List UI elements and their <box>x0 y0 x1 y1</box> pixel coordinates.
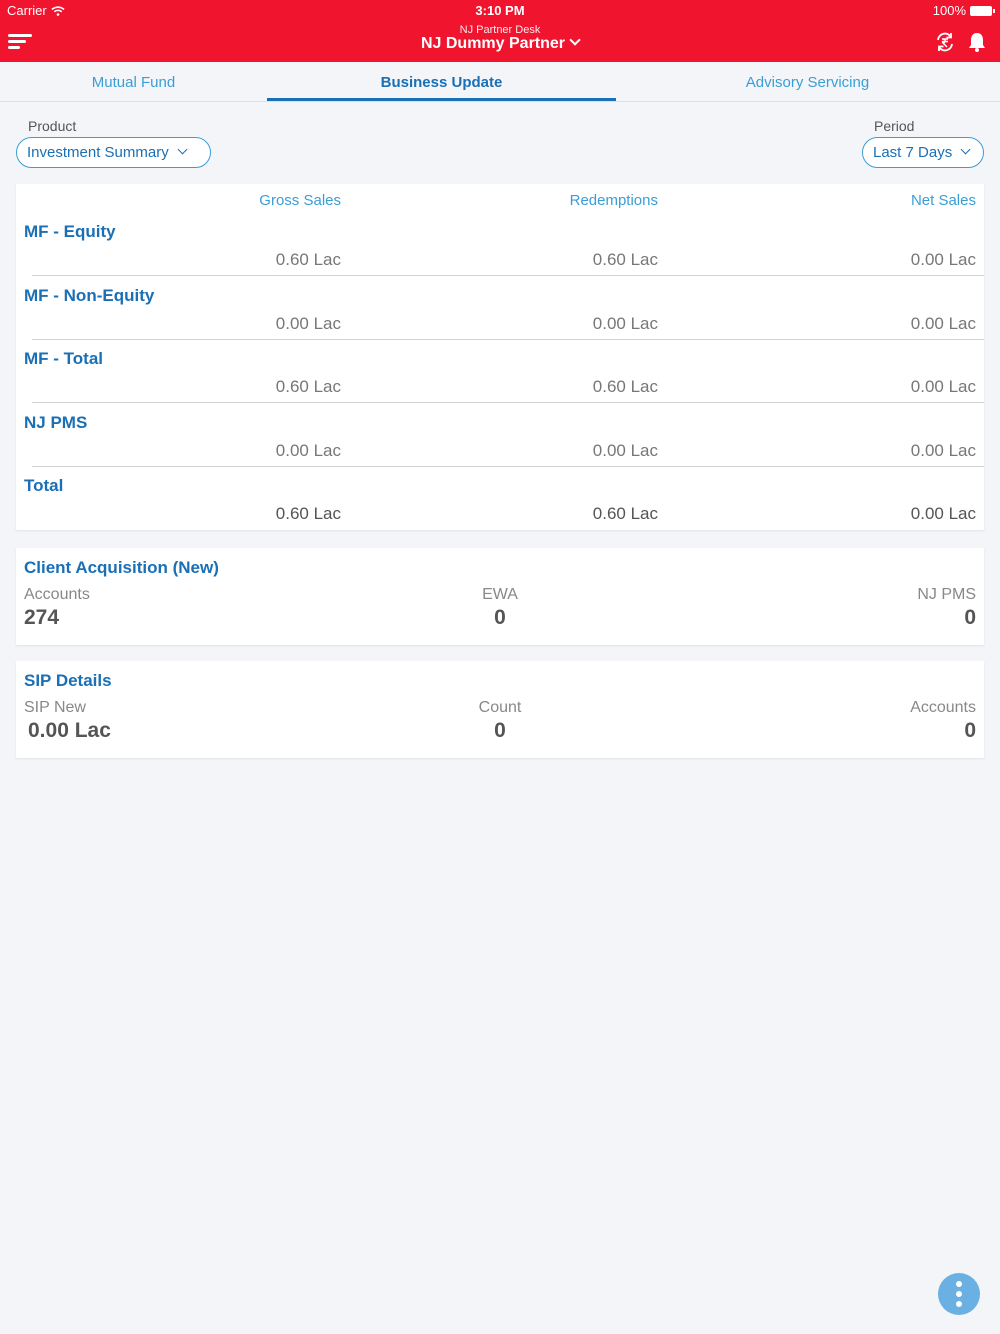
ewa-value: 0 <box>494 606 506 629</box>
table-row[interactable]: NJ PMS 0.00 Lac 0.00 Lac 0.00 Lac <box>16 375 984 467</box>
sip-details-title: SIP Details <box>24 671 112 690</box>
bell-icon[interactable] <box>966 31 988 53</box>
product-value: Investment Summary <box>27 144 169 161</box>
more-options-button[interactable] <box>938 1273 980 1315</box>
period-dropdown[interactable]: Last 7 Days <box>862 137 984 168</box>
row-label: MF - Equity <box>24 222 116 241</box>
sip-accounts-label: Accounts <box>910 699 976 716</box>
sip-accounts-value: 0 <box>964 719 976 742</box>
chevron-down-icon <box>177 144 188 155</box>
net-sales-value: 0.00 Lac <box>910 504 976 523</box>
period-value: Last 7 Days <box>873 144 953 161</box>
chevron-down-icon <box>569 34 581 46</box>
product-label: Product <box>28 118 77 134</box>
status-time: 3:10 PM <box>475 3 525 18</box>
row-label: MF - Total <box>24 349 103 368</box>
nj-pms-label: NJ PMS <box>917 586 976 603</box>
row-label: Total <box>24 476 64 495</box>
more-vertical-icon-dot <box>956 1301 962 1307</box>
sip-count-value: 0 <box>494 719 506 742</box>
redemptions-value: 0.60 Lac <box>592 504 658 523</box>
sip-new-value: 0.00 Lac <box>28 719 111 742</box>
table-row[interactable]: MF - Equity 0.60 Lac 0.60 Lac 0.00 Lac <box>16 184 984 276</box>
battery-info: 100% <box>932 3 995 18</box>
accounts-label: Accounts <box>24 586 90 603</box>
row-label: NJ PMS <box>24 412 88 432</box>
more-vertical-icon <box>956 1281 962 1287</box>
period-label: Period <box>874 118 915 134</box>
table-row[interactable]: MF - Total 0.60 Lac 0.60 Lac 0.00 Lac <box>16 311 984 403</box>
accounts-value: 274 <box>24 606 60 629</box>
partner-selector[interactable]: NJ Dummy Partner <box>0 34 1000 53</box>
tab-business-update[interactable]: Business Update <box>267 74 616 91</box>
nj-pms-value: 0 <box>964 606 976 629</box>
chevron-down-icon <box>960 144 971 155</box>
table-row[interactable]: MF - Non-Equity 0.00 Lac 0.00 Lac 0.00 L… <box>16 248 984 340</box>
rupee-exchange-icon[interactable] <box>934 31 956 53</box>
ewa-label: EWA <box>482 586 518 603</box>
top-bar: Carrier 3:10 PM 100% NJ Partner Desk NJ … <box>0 0 1000 62</box>
investment-summary-card: Gross Sales Redemptions Net Sales MF - E… <box>16 184 984 530</box>
tab-mutual-fund[interactable]: Mutual Fund <box>40 74 227 91</box>
sip-new-label: SIP New <box>24 699 86 716</box>
product-dropdown[interactable]: Investment Summary <box>16 137 211 168</box>
sip-count-label: Count <box>478 699 522 716</box>
tab-bar: Mutual Fund Business Update Advisory Ser… <box>0 62 1000 102</box>
battery-label: 100% <box>932 3 966 18</box>
sip-details-card: SIP Details SIP New 0.00 Lac Count 0 Acc… <box>16 661 984 758</box>
battery-icon <box>970 5 995 16</box>
row-label: MF - Non-Equity <box>24 285 155 305</box>
client-acquisition-card: Client Acquisition (New) Accounts 274 EW… <box>16 548 984 645</box>
more-vertical-icon-dot <box>956 1291 962 1297</box>
tab-advisory-servicing[interactable]: Advisory Servicing <box>660 74 955 91</box>
client-acquisition-title: Client Acquisition (New) <box>24 558 219 577</box>
active-tab-indicator <box>267 98 616 101</box>
gross-sales-value: 0.60 Lac <box>275 504 341 523</box>
status-bar: Carrier 3:10 PM 100% <box>0 0 1000 20</box>
partner-name: NJ Dummy Partner <box>420 35 566 52</box>
table-row-total[interactable]: Total 0.60 Lac 0.60 Lac 0.00 Lac <box>16 438 984 523</box>
